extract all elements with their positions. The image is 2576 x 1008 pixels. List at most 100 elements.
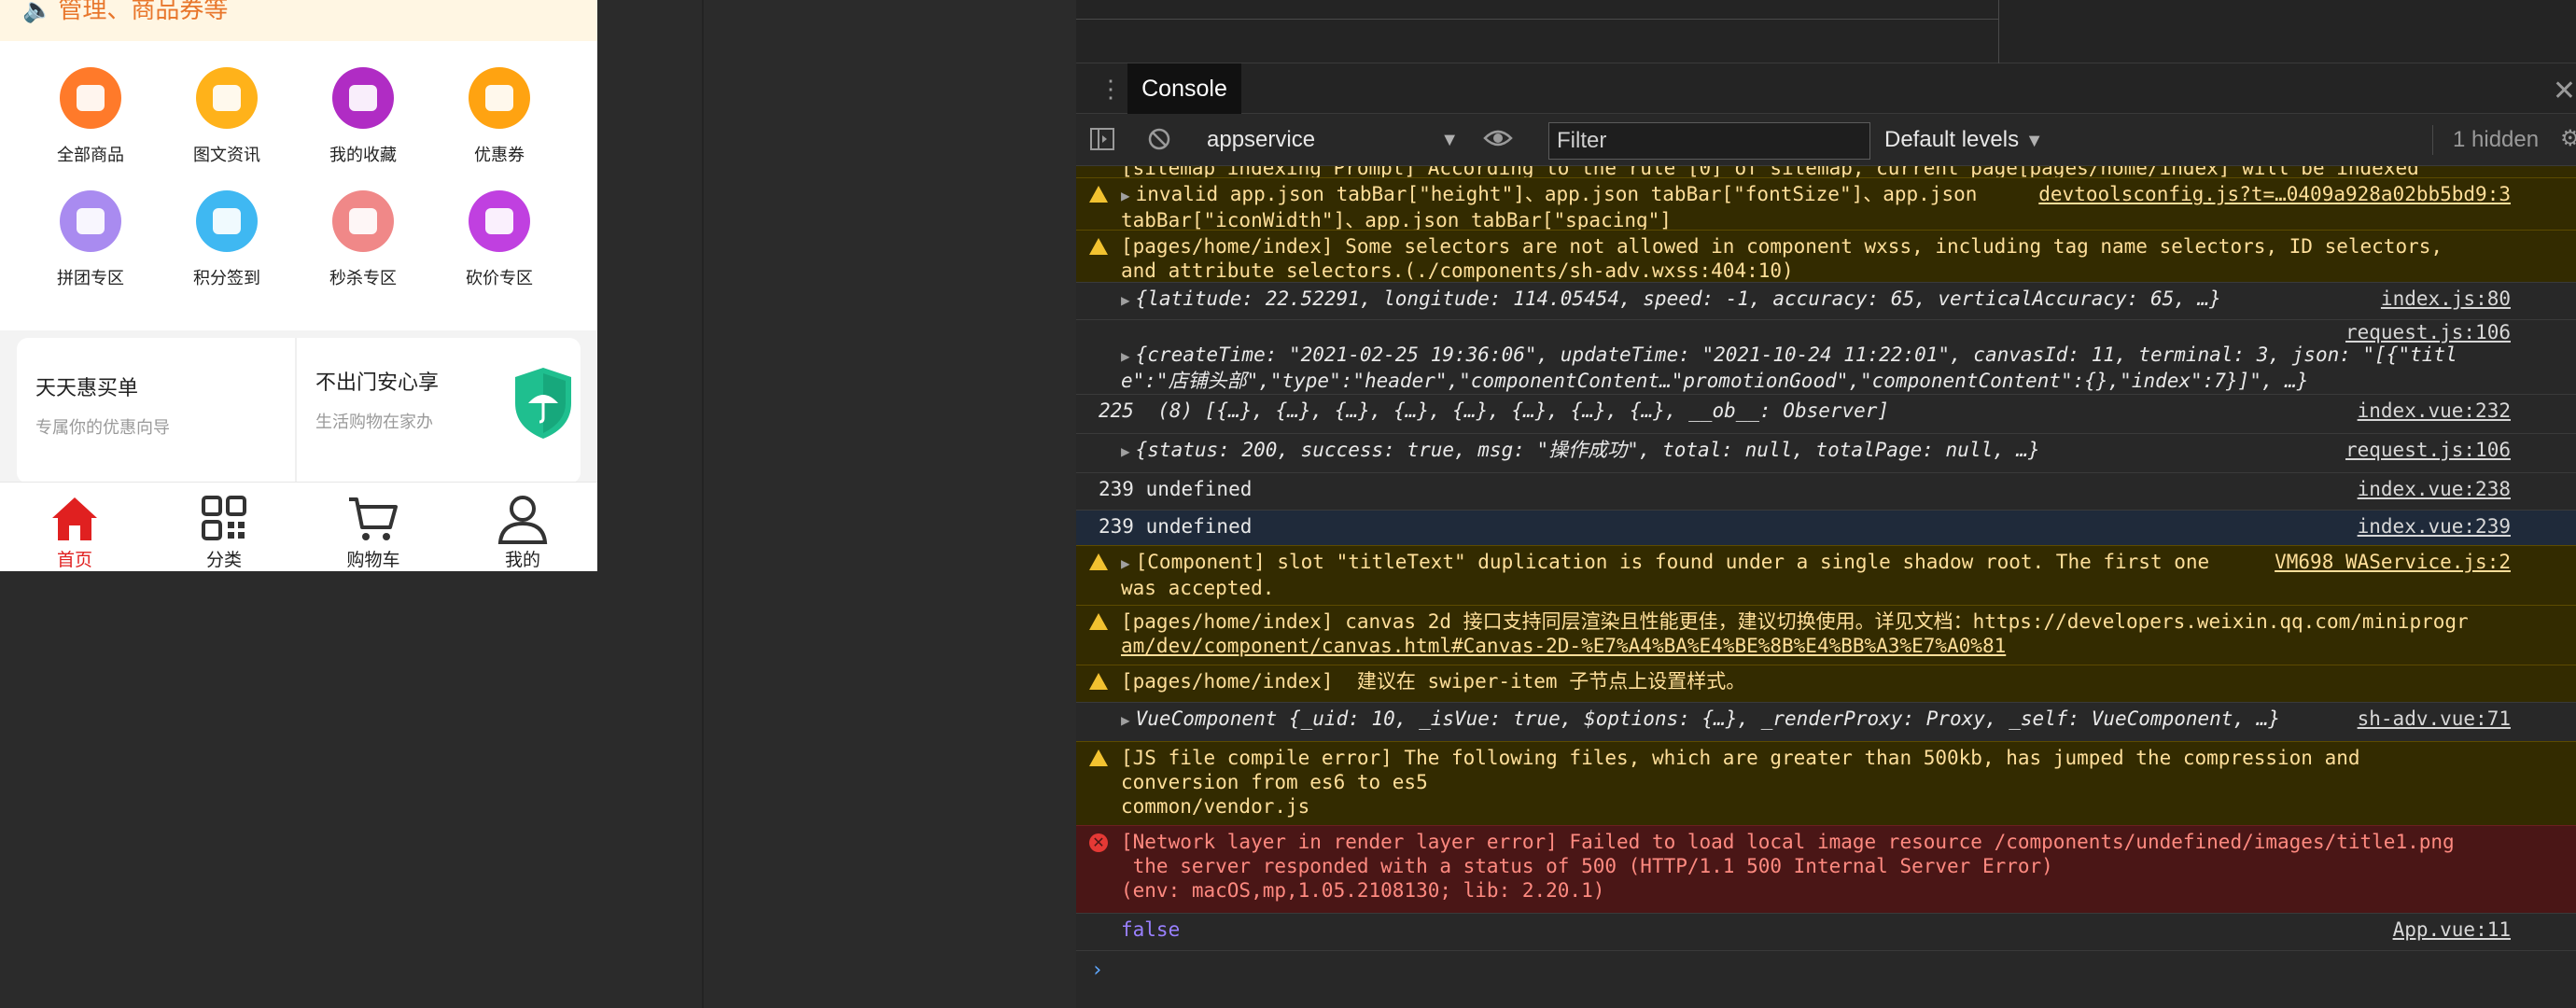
log-source-link[interactable]: sh-adv.vue:71: [2358, 707, 2511, 731]
error-icon: ✕: [1089, 833, 1108, 852]
eye-icon[interactable]: [1483, 127, 1513, 156]
filter-input[interactable]: [1548, 122, 1870, 160]
log-row[interactable]: request.js:106 ▶ {createTime: "2021-02-25…: [1076, 319, 2576, 394]
log-text: {latitude: 22.52291, longitude: 114.0545…: [1135, 287, 2221, 310]
sidebar-toggle-icon[interactable]: [1089, 127, 1115, 158]
promo-card-home[interactable]: 不出门安心享 生活购物在家办: [315, 366, 439, 433]
panel-divider[interactable]: [702, 0, 704, 1008]
shortcut-article[interactable]: 图文资讯: [157, 67, 297, 166]
tab-cart[interactable]: 购物车: [299, 494, 448, 571]
log-text: [pages/home/index] canvas 2d 接口支持同层渲染且性能…: [1121, 610, 2469, 633]
log-row-warning[interactable]: [pages/home/index] canvas 2d 接口支持同层渲染且性能…: [1076, 605, 2576, 665]
log-row-warning[interactable]: [pages/home/index] 建议在 swiper-item 子节点上设…: [1076, 665, 2576, 702]
log-source-link[interactable]: index.vue:238: [2358, 477, 2511, 501]
shortcut-group-buy[interactable]: 拼团专区: [21, 190, 161, 289]
card-title: 不出门安心享: [315, 371, 440, 394]
prompt-chevron-icon: ›: [1091, 959, 1104, 982]
shortcut-label: 积分签到: [193, 269, 260, 287]
log-source-link[interactable]: index.js:80: [2381, 287, 2511, 311]
close-icon[interactable]: ✕: [2553, 75, 2576, 107]
log-row[interactable]: ▶ VueComponent {_uid: 10, _isVue: true, $…: [1076, 702, 2576, 741]
log-row[interactable]: 239 undefined index.vue:239: [1076, 510, 2576, 545]
icon-glyph: [485, 85, 513, 111]
gear-icon[interactable]: ⚙: [2560, 125, 2576, 152]
log-row[interactable]: false App.vue:11: [1076, 913, 2576, 950]
log-text: VueComponent {_uid: 10, _isVue: true, $o…: [1135, 707, 2281, 730]
log-row-warning[interactable]: ▶ invalid app.json tabBar["height"]、app.j…: [1076, 177, 2576, 231]
tab-console[interactable]: Console: [1127, 63, 1241, 114]
warning-icon: [1089, 749, 1108, 766]
log-source-link[interactable]: request.js:106: [2345, 320, 2511, 344]
bargain-icon: [469, 190, 530, 252]
log-message: [JS file compile error] The following fi…: [1121, 746, 2511, 819]
log-message: [pages/home/index] Some selectors are no…: [1121, 234, 2511, 283]
log-row-warning[interactable]: ▶ [Component] slot "titleText" duplicatio…: [1076, 545, 2576, 605]
icon-glyph: [213, 85, 241, 111]
tab-home[interactable]: 首页: [0, 494, 149, 571]
shortcut-label: 拼团专区: [57, 269, 124, 287]
log-row[interactable]: ▶ {status: 200, success: true, msg: "操作成功…: [1076, 433, 2576, 472]
log-text-2: conversion from es6 to es5: [1121, 771, 1428, 793]
warning-icon: [1089, 186, 1108, 203]
divider: [1076, 19, 1998, 20]
promo-card-pay[interactable]: 天天惠买单 专属你的优惠向导: [35, 371, 170, 439]
log-text-3: common/vendor.js: [1121, 795, 1310, 818]
console-prompt-row[interactable]: ›: [1076, 950, 2576, 1008]
log-text-2: the server responded with a status of 50…: [1121, 855, 2053, 877]
shortcut-shop[interactable]: 全部商品: [21, 67, 161, 166]
more-vertical-icon[interactable]: ⋮: [1099, 77, 1123, 101]
card-title: 天天惠买单: [35, 376, 139, 399]
log-text: [Component] slot "titleText" duplication…: [1135, 551, 2210, 573]
log-row-error[interactable]: ✕ [Network layer in render layer error] …: [1076, 825, 2576, 913]
log-source-link[interactable]: devtoolsconfig.js?t=…0409a928a02bb5bd9:3: [2038, 182, 2511, 206]
log-message: ▶ {status: 200, success: true, msg: "操作成功…: [1121, 438, 2511, 464]
warning-icon: [1089, 553, 1108, 570]
console-log-list: [sitemap indexing Prompt] According to t…: [1076, 166, 2576, 1008]
notice-bar[interactable]: 🔈 管理、商品券等: [0, 0, 597, 41]
log-text-2[interactable]: am/dev/component/canvas.html#Canvas-2D-%…: [1121, 635, 2006, 657]
tab-label: 我的: [504, 551, 540, 570]
log-source-link[interactable]: request.js:106: [2345, 438, 2511, 462]
context-select[interactable]: appservice ▼: [1207, 125, 1459, 155]
log-row-warning[interactable]: [pages/home/index] Some selectors are no…: [1076, 230, 2576, 282]
log-text: {status: 200, success: true, msg: "操作成功"…: [1135, 439, 2040, 461]
clear-console-icon[interactable]: [1147, 127, 1171, 158]
shortcut-bargain[interactable]: 砍价专区: [429, 190, 569, 289]
log-row-warning[interactable]: [sitemap indexing Prompt] According to t…: [1076, 166, 2576, 179]
log-source-link[interactable]: App.vue:11: [2393, 917, 2511, 942]
tab-label: 首页: [56, 551, 92, 570]
shortcut-favorite[interactable]: 我的收藏: [293, 67, 433, 166]
log-message: 239 undefined: [1099, 515, 1253, 538]
log-source-link[interactable]: index.vue:232: [2358, 399, 2511, 423]
shortcut-label: 我的收藏: [329, 146, 397, 164]
card-subtitle: 生活购物在家办: [315, 413, 433, 431]
log-row[interactable]: 225 (8) [{…}, {…}, {…}, {…}, {…}, {…}, {…: [1076, 394, 2576, 433]
shortcut-grid: 全部商品 图文资讯 我的收藏 优惠券拼团专区 积分签到 秒杀专区 砍价专区: [0, 41, 597, 330]
log-levels-select[interactable]: Default levels ▼: [1884, 125, 2044, 156]
icon-glyph: [349, 208, 377, 234]
log-row[interactable]: 239 undefined index.vue:238: [1076, 472, 2576, 510]
tab-category[interactable]: 分类: [149, 494, 299, 571]
warning-icon: [1089, 673, 1108, 690]
category-icon: [202, 496, 246, 540]
log-row-warning[interactable]: [JS file compile error] The following fi…: [1076, 741, 2576, 825]
log-source-link[interactable]: index.vue:239: [2358, 514, 2511, 539]
shortcut-checkin[interactable]: 积分签到: [157, 190, 297, 289]
log-text: {createTime: "2021-02-25 19:36:06", upda…: [1135, 343, 2457, 366]
log-message: [Network layer in render layer error] Fa…: [1121, 830, 2511, 903]
speaker-icon: 🔈: [22, 0, 53, 23]
log-row[interactable]: ▶ {latitude: 22.52291, longitude: 114.054…: [1076, 282, 2576, 319]
phone-simulator: 🔈 管理、商品券等 全部商品 图文资讯 我的收藏 优惠券拼团专区 积分签到 秒杀专区 砍价专区…: [0, 0, 597, 571]
warning-icon: [1089, 238, 1108, 255]
log-text: [pages/home/index] Some selectors are no…: [1121, 235, 2443, 258]
tab-mine[interactable]: 我的: [448, 494, 597, 571]
shortcut-flash-sale[interactable]: 秒杀专区: [293, 190, 433, 289]
shortcut-coupon[interactable]: 优惠券: [429, 67, 569, 166]
log-text-2: e":"店铺头部","type":"header","componentCont…: [1121, 370, 2309, 392]
shortcut-label: 优惠券: [474, 146, 525, 164]
log-message: ▶ {latitude: 22.52291, longitude: 114.054…: [1121, 287, 2511, 313]
log-text: invalid app.json tabBar["height"]、app.js…: [1135, 183, 1978, 205]
divider: [1998, 0, 1999, 63]
tab-bar: 首页 分类 购物车 我的: [0, 482, 597, 571]
log-source-link[interactable]: VM698 WAService.js:2: [2275, 550, 2511, 574]
